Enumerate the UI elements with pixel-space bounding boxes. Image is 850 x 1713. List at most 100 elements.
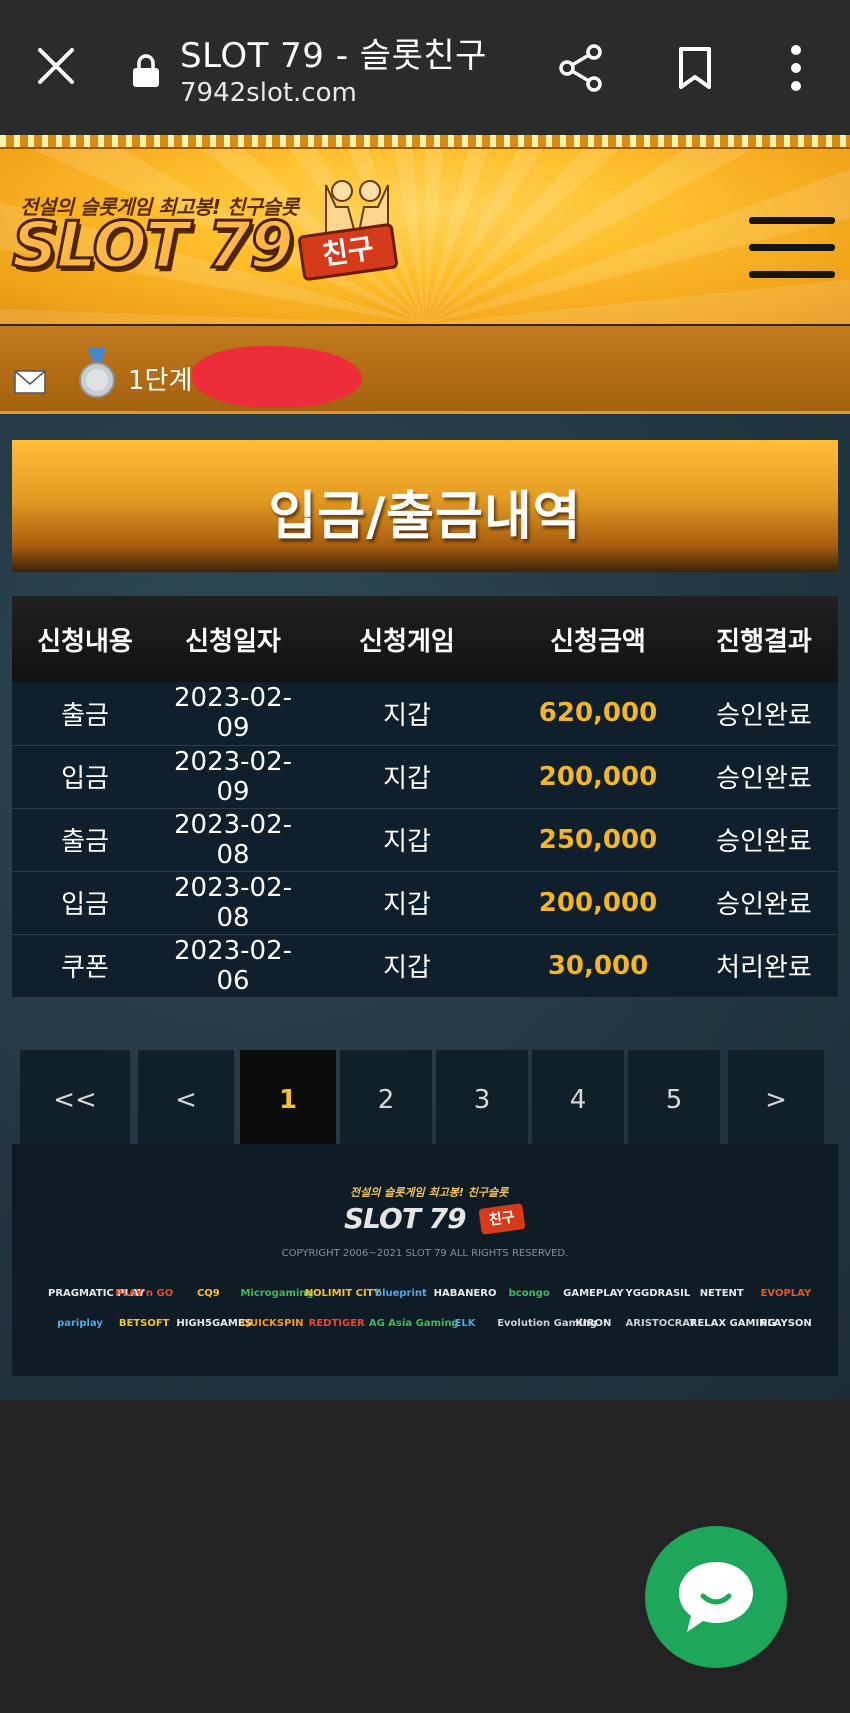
cell-game: 지갑: [308, 745, 506, 809]
hamburger-icon-line: [749, 271, 835, 278]
provider-logo: YGGDRASIL: [625, 1287, 691, 1299]
provider-logos: PRAGMATIC PLAY PLAY'n GO CQ9 Microgaming…: [48, 1278, 818, 1338]
hamburger-icon-line: [749, 217, 835, 224]
main-content: 입금/출금내역 신청내용 신청일자 신청게임 신청금액 진행결과 출금 2023…: [0, 414, 850, 1400]
provider-row: pariplay BETSOFT HIGH5GAMES QUICKSPIN RE…: [48, 1308, 818, 1338]
cell-result: 처리완료: [690, 934, 838, 998]
cell-type: 출금: [12, 808, 158, 872]
cell-type: 입금: [12, 745, 158, 809]
site-header: 전설의 슬롯게임 최고봉! 친구슬롯 SLOT 79 친구: [0, 135, 850, 324]
cell-date: 2023-02-08: [158, 871, 308, 935]
lock-icon: [133, 54, 159, 87]
page-title-banner: 입금/출금내역: [12, 440, 838, 572]
page-prev-button[interactable]: <: [138, 1050, 234, 1150]
cell-result: 승인완료: [690, 745, 838, 809]
redaction-mark: [192, 346, 362, 408]
page-next-button[interactable]: >: [728, 1050, 824, 1150]
table-row: 출금 2023-02-08 지갑 250,000 승인완료: [12, 808, 838, 872]
share-icon[interactable]: [558, 44, 604, 92]
browser-toolbar: SLOT 79 - 슬롯친구 7942slot.com: [0, 0, 850, 135]
page-button[interactable]: 3: [436, 1050, 528, 1150]
table-row: 입금 2023-02-08 지갑 200,000 승인완료: [12, 871, 838, 935]
table-row: 입금 2023-02-09 지갑 200,000 승인완료: [12, 745, 838, 809]
cell-date: 2023-02-09: [158, 745, 308, 809]
cell-amount: 200,000: [506, 745, 690, 809]
provider-logo: REDTIGER: [308, 1317, 365, 1329]
provider-logo: PLAY'n GO: [115, 1287, 174, 1299]
chat-button[interactable]: [645, 1526, 787, 1668]
provider-logo: GAMEPLAY: [563, 1287, 624, 1299]
page-button[interactable]: 5: [628, 1050, 720, 1150]
column-header-amount: 신청금액: [506, 596, 690, 682]
close-icon[interactable]: [36, 46, 76, 86]
provider-logo: pariplay: [57, 1317, 103, 1329]
transaction-table: 신청내용 신청일자 신청게임 신청금액 진행결과 출금 2023-02-09 지…: [12, 596, 838, 998]
cell-type: 쿠폰: [12, 934, 158, 998]
footer-tagline: 전설의 슬롯게임 최고봉! 친구슬롯: [350, 1186, 509, 1199]
cell-game: 지갑: [308, 682, 506, 746]
page-button[interactable]: 2: [340, 1050, 432, 1150]
marquee-lights: [0, 135, 850, 149]
chat-bubble-icon: [679, 1562, 753, 1632]
copyright-text: COPYRIGHT 2006~2021 SLOT 79 ALL RIGHTS R…: [281, 1248, 569, 1259]
cell-type: 출금: [12, 682, 158, 746]
provider-logo: HABANERO: [433, 1287, 497, 1299]
footer: 전설의 슬롯게임 최고봉! 친구슬롯 SLOT 79 친구 COPYRIGHT …: [12, 1144, 838, 1376]
provider-logo: Evolution Gaming: [497, 1317, 597, 1329]
provider-logo: BETSOFT: [118, 1317, 170, 1329]
table-row: 쿠폰 2023-02-06 지갑 30,000 처리완료: [12, 934, 838, 998]
provider-logo: ARISTOCRAT: [625, 1317, 697, 1329]
provider-logo: blueprint: [374, 1287, 427, 1299]
cell-game: 지갑: [308, 808, 506, 872]
provider-logo: PLAYSON: [759, 1317, 812, 1329]
column-header-result: 진행결과: [690, 596, 838, 682]
cell-result: 승인완료: [690, 871, 838, 935]
provider-logo: HIGH5GAMES: [176, 1317, 252, 1329]
cell-result: 승인완료: [690, 682, 838, 746]
provider-logo: NETENT: [699, 1287, 744, 1299]
cell-game: 지갑: [308, 871, 506, 935]
page-tab-title: SLOT 79 - 슬롯친구: [180, 36, 487, 76]
table-row: 출금 2023-02-09 지갑 620,000 승인완료: [12, 682, 838, 746]
table-header-row: 신청내용 신청일자 신청게임 신청금액 진행결과: [12, 596, 838, 682]
column-header-game: 신청게임: [308, 596, 506, 682]
footer-logo: 전설의 슬롯게임 최고봉! 친구슬롯 SLOT 79 친구: [340, 1184, 530, 1240]
provider-logo: QUICKSPIN: [241, 1317, 304, 1329]
provider-row: PRAGMATIC PLAY PLAY'n GO CQ9 Microgaming…: [48, 1278, 818, 1308]
cell-amount: 620,000: [506, 682, 690, 746]
column-header-type: 신청내용: [12, 596, 158, 682]
footer-brand: SLOT 79: [344, 1202, 467, 1235]
cell-amount: 200,000: [506, 871, 690, 935]
provider-logo: ELK: [454, 1317, 476, 1329]
provider-logo: bcongo: [508, 1287, 550, 1299]
column-header-date: 신청일자: [158, 596, 308, 682]
cell-date: 2023-02-06: [158, 934, 308, 998]
site-logo[interactable]: 전설의 슬롯게임 최고봉! 친구슬롯 SLOT 79 친구: [11, 177, 399, 307]
url-text[interactable]: 7942slot.com: [180, 78, 357, 108]
more-vert-icon[interactable]: [786, 44, 806, 92]
cell-type: 입금: [12, 871, 158, 935]
pagination: << < 1 2 3 4 5 >: [20, 1050, 830, 1150]
page-button-current[interactable]: 1: [240, 1050, 336, 1150]
page-button[interactable]: 4: [532, 1050, 624, 1150]
hamburger-icon-line: [749, 244, 835, 251]
mail-icon[interactable]: [14, 370, 46, 394]
cell-amount: 250,000: [506, 808, 690, 872]
header-brand: SLOT 79: [11, 208, 296, 285]
user-level: 1단계: [128, 366, 193, 396]
provider-logo: NOLIMIT CITY: [304, 1287, 381, 1299]
provider-logo: PRAGMATIC PLAY: [48, 1287, 145, 1299]
provider-logo: CQ9: [196, 1287, 220, 1299]
cell-date: 2023-02-08: [158, 808, 308, 872]
footer-badge: 친구: [478, 1203, 526, 1235]
page-first-button[interactable]: <<: [20, 1050, 130, 1150]
menu-button[interactable]: [749, 217, 835, 278]
provider-logo: EVOPLAY: [760, 1287, 812, 1299]
bookmark-icon[interactable]: [677, 46, 713, 90]
cell-result: 승인완료: [690, 808, 838, 872]
cell-amount: 30,000: [506, 934, 690, 998]
cell-game: 지갑: [308, 934, 506, 998]
provider-logo: AG Asia Gaming: [368, 1317, 459, 1329]
page-title: 입금/출금내역: [268, 487, 582, 547]
user-info-bar: 1단계 님: [0, 324, 850, 414]
